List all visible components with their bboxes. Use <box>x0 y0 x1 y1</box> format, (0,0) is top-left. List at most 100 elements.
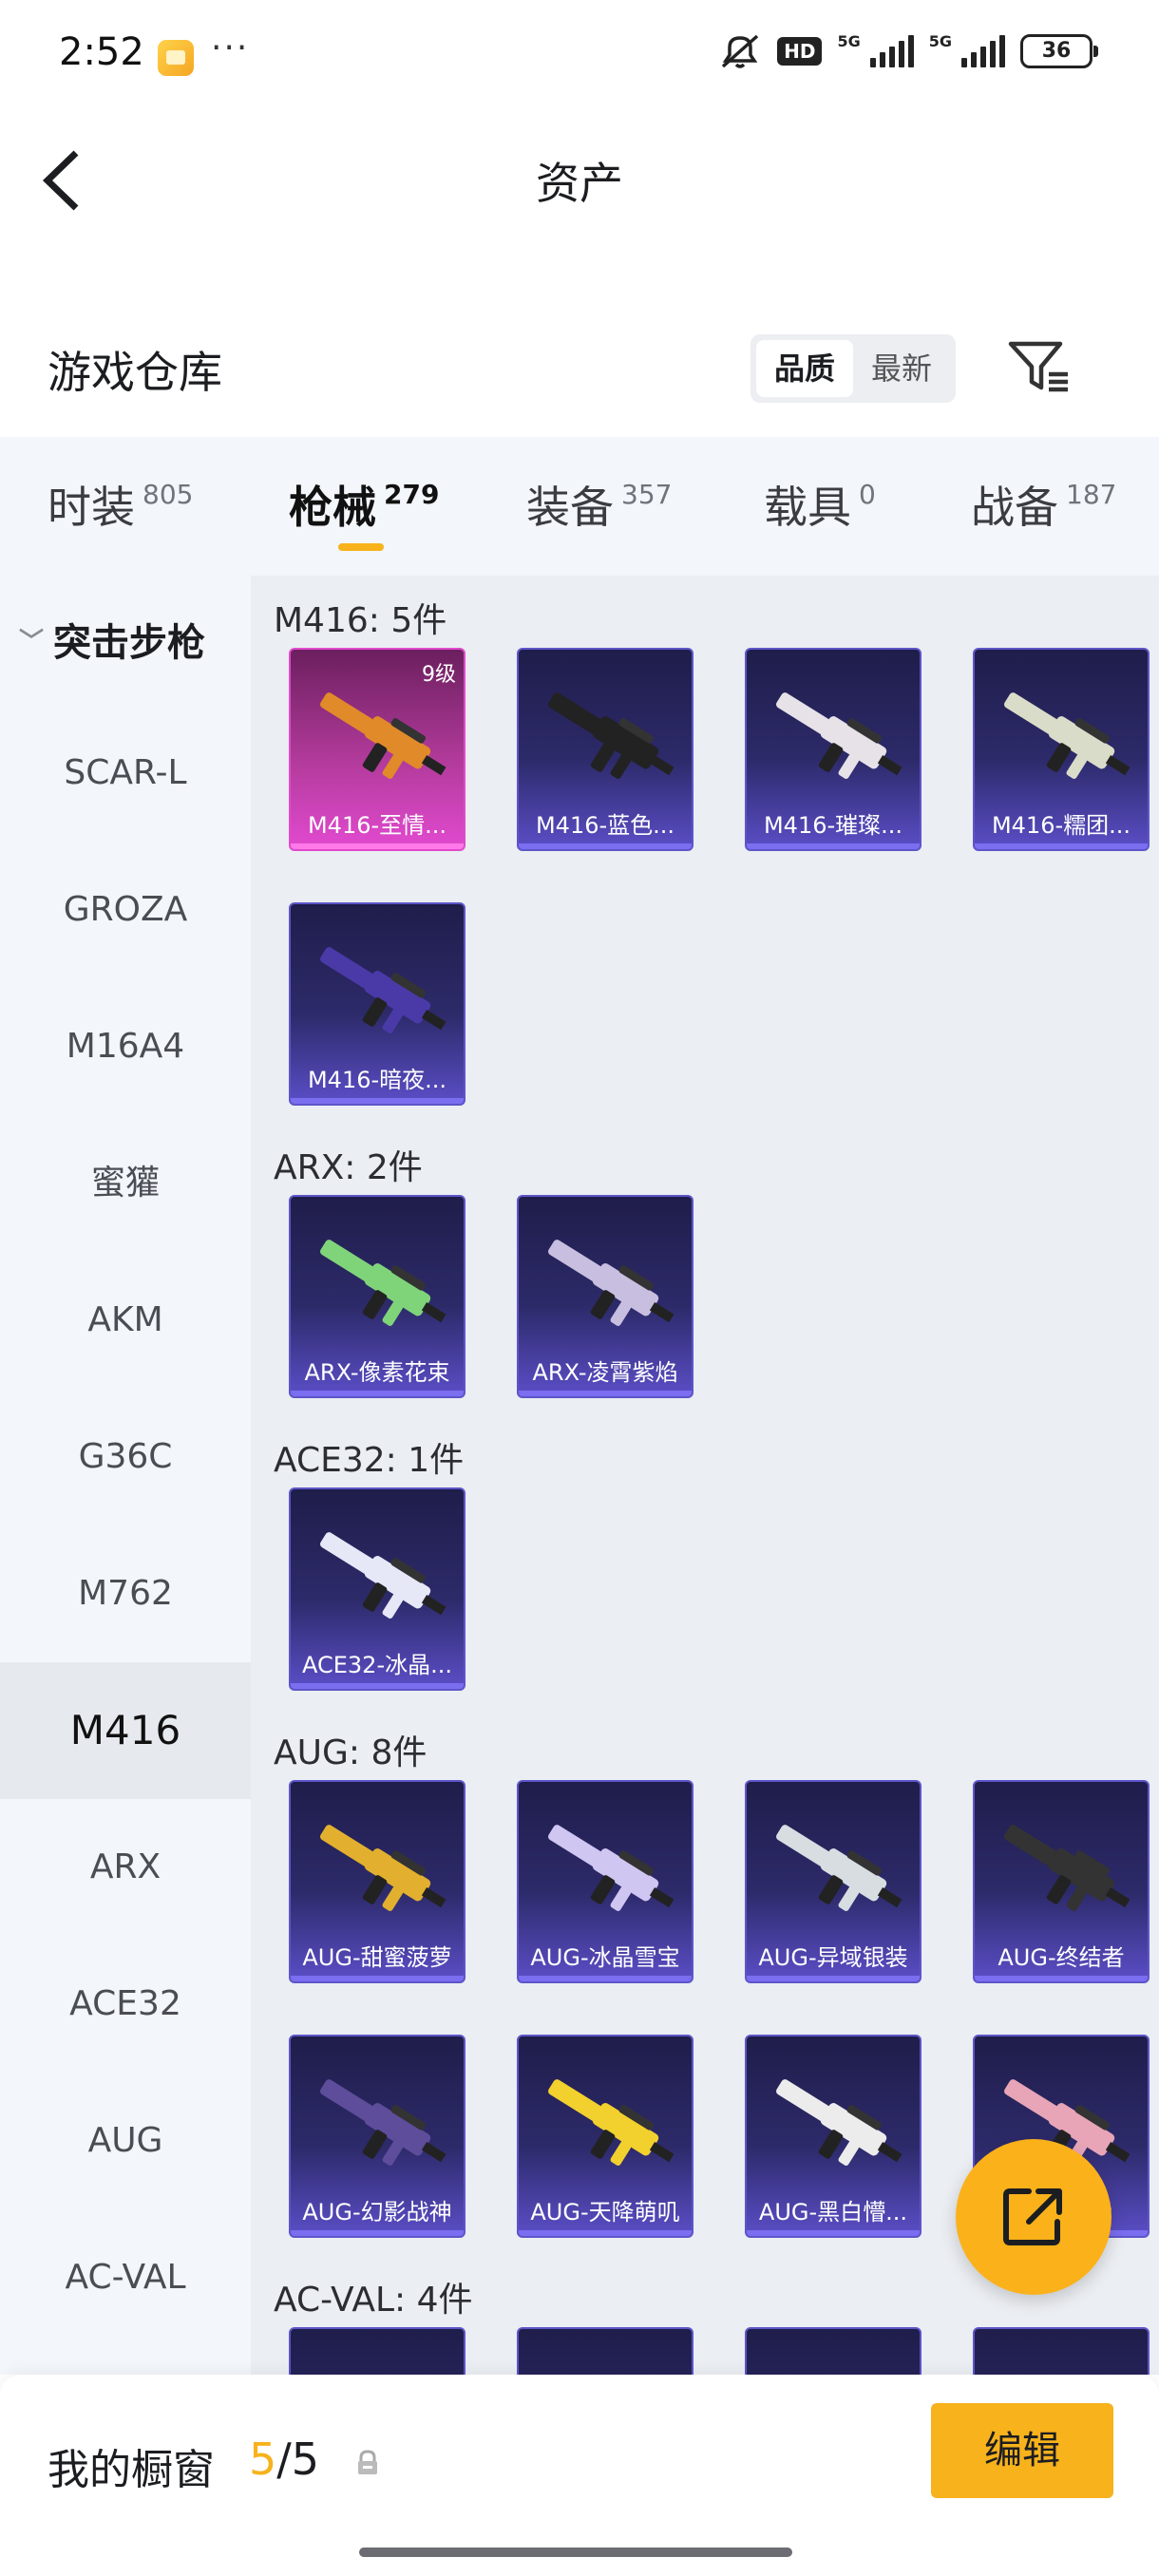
sidebar-item-arx[interactable]: ARX <box>0 1799 251 1936</box>
rarity-bar <box>291 2230 464 2236</box>
sidebar-item-m762[interactable]: M762 <box>0 1525 251 1662</box>
weapon-card[interactable] <box>973 2327 1150 2375</box>
weapon-card-label: M416-蓝色... <box>535 812 675 839</box>
sort-option-quality[interactable]: 品质 <box>756 340 853 397</box>
weapon-card-label: AUG-甜蜜菠萝 <box>302 1944 452 1971</box>
sidebar-item-ace32[interactable]: ACE32 <box>0 1936 251 2073</box>
status-bar: 2:52 ··· HD 5G 5G 36 <box>0 0 1159 109</box>
tab-count: 279 <box>384 479 440 510</box>
weapon-card[interactable]: AUG-终结者 <box>973 1780 1150 1983</box>
weapon-card[interactable]: ARX-像素花束 <box>289 1195 466 1398</box>
group-title: AC-VAL: 4件 <box>274 2281 473 2320</box>
filter-button[interactable] <box>1007 338 1074 395</box>
chevron-down-icon: ﹀ <box>19 627 45 656</box>
rarity-bar <box>519 843 692 849</box>
rarity-bar <box>519 2230 692 2236</box>
weapon-skin-image <box>548 692 674 779</box>
share-button[interactable] <box>956 2139 1112 2295</box>
sidebar-item-groza[interactable]: GROZA <box>0 842 251 978</box>
weapon-card[interactable]: ARX-凌霄紫焰 <box>517 1195 694 1398</box>
weapon-skin-image <box>548 2079 674 2166</box>
tab-weapons[interactable]: 枪械 279 <box>289 473 439 536</box>
tab-label: 载具 <box>764 482 851 533</box>
rarity-bar <box>975 1976 1148 1981</box>
home-indicator[interactable] <box>359 2548 792 2557</box>
network-type-label: 5G <box>837 32 861 50</box>
weapon-card[interactable]: AUG-天降萌叽 <box>517 2035 694 2238</box>
rarity-bar <box>291 843 464 849</box>
lock-icon <box>358 2450 377 2474</box>
weapon-skin-image <box>776 1825 902 1911</box>
weapon-card[interactable]: 9级 M416-至情... <box>289 648 466 851</box>
tab-fashion[interactable]: 时装 805 <box>48 473 193 536</box>
hd-voice-icon: HD <box>777 37 823 66</box>
sidebar-category-assault-rifles[interactable]: ﹀ 突击步枪 <box>19 612 205 667</box>
weapon-card-label: AUG-冰晶雪宝 <box>530 1944 680 1971</box>
showcase-count: 5/5 <box>249 2434 319 2485</box>
weapon-skin-image <box>320 1825 446 1911</box>
weapon-skin-image <box>776 692 902 779</box>
sidebar-item-akm[interactable]: AKM <box>0 1252 251 1389</box>
showcase-count-current: 5 <box>249 2434 277 2485</box>
weapon-card-label: ARX-凌霄紫焰 <box>532 1359 678 1386</box>
weapon-skin-image <box>320 947 446 1033</box>
weapon-tier-badge: 9级 <box>422 663 456 687</box>
weapon-card-label: AUG-幻影战神 <box>302 2199 452 2226</box>
tab-label: 时装 <box>48 482 135 533</box>
sort-toggle[interactable]: 品质 最新 <box>750 334 956 403</box>
weapon-card-label: M416-糯团... <box>991 812 1131 839</box>
tab-battle-gear[interactable]: 战备 187 <box>971 473 1116 536</box>
sidebar-item-ac-val[interactable]: AC-VAL <box>0 2209 251 2346</box>
weapon-card[interactable] <box>517 2327 694 2375</box>
weapon-skin-image <box>1004 1825 1130 1911</box>
weapon-card[interactable]: AUG-异域银装 <box>745 1780 922 1983</box>
tab-count: 187 <box>1066 479 1117 510</box>
tab-vehicles[interactable]: 载具 0 <box>764 473 876 536</box>
tab-count: 0 <box>859 479 876 510</box>
weapon-card[interactable]: M416-蓝色... <box>517 648 694 851</box>
sidebar-item--[interactable]: 蜜獾 <box>0 1115 251 1252</box>
mute-icon <box>721 34 759 68</box>
weapon-card[interactable]: AUG-甜蜜菠萝 <box>289 1780 466 1983</box>
filter-icon <box>1008 341 1068 392</box>
section-title: 游戏仓库 <box>48 347 222 398</box>
weapon-card-label: ACE32-冰晶... <box>301 1652 452 1678</box>
weapon-card[interactable]: M416-糯团... <box>973 648 1150 851</box>
category-tabs: 时装 805 枪械 279 装备 357 载具 0 战备 187 <box>0 437 1159 576</box>
tab-label: 战备 <box>971 482 1058 533</box>
notification-app-icon <box>158 40 194 76</box>
weapon-skin-image <box>320 1240 446 1326</box>
weapon-card[interactable]: ACE32-冰晶... <box>289 1487 466 1691</box>
sidebar-item-g36c[interactable]: G36C <box>0 1389 251 1525</box>
weapon-card[interactable]: M416-璀璨... <box>745 648 922 851</box>
weapon-card[interactable]: M416-暗夜... <box>289 902 466 1106</box>
weapon-card[interactable]: AUG-幻影战神 <box>289 2035 466 2238</box>
sidebar-item-m16a4[interactable]: M16A4 <box>0 978 251 1115</box>
page: 2:52 ··· HD 5G 5G 36 资产 游戏仓库 品质 最新 时装 80… <box>0 0 1159 2576</box>
rarity-bar <box>747 2230 920 2236</box>
group-title: ARX: 2件 <box>274 1148 423 1187</box>
active-tab-indicator <box>338 543 384 551</box>
share-external-icon <box>1003 2188 1062 2245</box>
showcase-label: 我的橱窗 <box>48 2446 215 2494</box>
status-time: 2:52 <box>59 30 144 74</box>
sort-option-newest[interactable]: 最新 <box>853 340 950 397</box>
weapon-card-label: AUG-天降萌叽 <box>530 2199 680 2226</box>
tab-equipment[interactable]: 装备 357 <box>526 473 672 536</box>
weapon-card-label: ARX-像素花束 <box>304 1359 450 1386</box>
page-title: 资产 <box>536 158 623 209</box>
edit-button[interactable]: 编辑 <box>931 2403 1113 2498</box>
weapon-card[interactable]: AUG-冰晶雪宝 <box>517 1780 694 1983</box>
sidebar-item-m416[interactable]: M416 <box>0 1662 251 1799</box>
sidebar-item-scar-l[interactable]: SCAR-L <box>0 705 251 842</box>
weapon-card[interactable] <box>289 2327 466 2375</box>
sidebar-item-aug[interactable]: AUG <box>0 2073 251 2209</box>
weapon-grid: M416: 5件 9级 M416-至情... M416-蓝色... M416-璀璨...… <box>251 576 1159 2375</box>
rarity-bar <box>975 843 1148 849</box>
weapon-skin-image <box>776 2079 902 2166</box>
weapon-card[interactable] <box>745 2327 922 2375</box>
rarity-bar <box>519 1976 692 1981</box>
weapon-card-label: AUG-异域银装 <box>758 1944 908 1971</box>
tab-count: 805 <box>142 479 194 510</box>
weapon-card[interactable]: AUG-黑白懵... <box>745 2035 922 2238</box>
